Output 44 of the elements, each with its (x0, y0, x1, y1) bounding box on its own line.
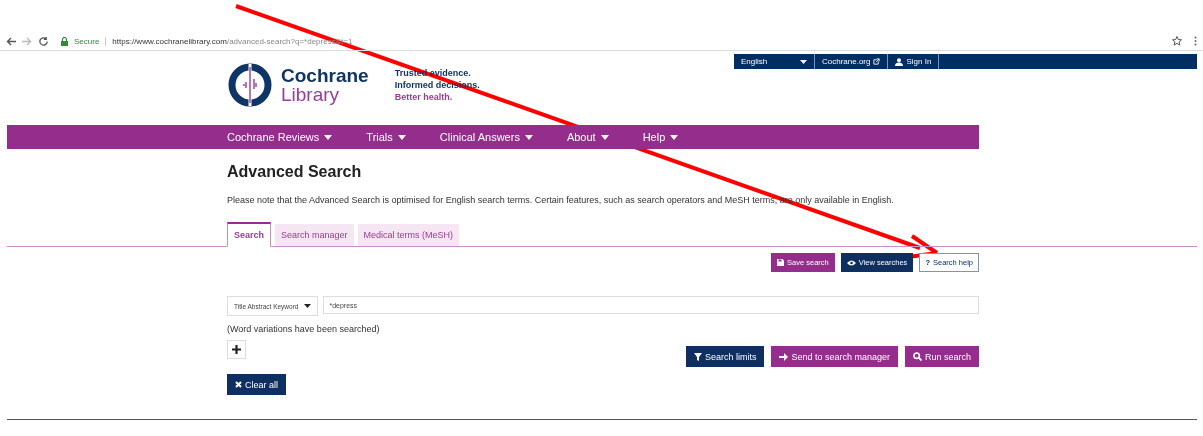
sign-in-link[interactable]: Sign In (888, 54, 940, 69)
clear-all-button[interactable]: Clear all (227, 374, 286, 395)
add-row-button[interactable] (227, 340, 246, 359)
logo-icon (227, 62, 273, 108)
plus-icon (232, 345, 241, 354)
cochrane-link[interactable]: Cochrane.org (815, 54, 889, 69)
run-search-button[interactable]: Run search (904, 346, 979, 367)
star-icon[interactable] (1172, 36, 1182, 46)
nav-menu-item[interactable]: Cochrane Reviews (227, 131, 333, 143)
lock-icon (61, 36, 68, 46)
tab[interactable]: Search (227, 222, 272, 247)
reload-icon[interactable] (38, 35, 49, 47)
logo-text: Cochrane (281, 66, 369, 85)
send-to-manager-button[interactable]: Send to search manager (771, 346, 898, 367)
caret-icon (670, 134, 679, 140)
tab[interactable]: Search manager (275, 224, 354, 246)
caret-icon (524, 134, 533, 140)
search-icon (912, 352, 922, 361)
menu-icon[interactable] (1194, 36, 1197, 46)
caret-icon (304, 304, 312, 308)
page-title: Advanced Search (227, 163, 363, 181)
nav-menu-item[interactable]: Help (642, 131, 679, 143)
tagline-text: Better health. (394, 91, 454, 103)
user-icon (895, 57, 904, 66)
caret-icon (397, 134, 406, 140)
nav-menu-item[interactable]: Trials (366, 131, 406, 143)
search-limits-button[interactable]: Search limits (685, 346, 765, 367)
tab[interactable]: Medical terms (MeSH) (357, 224, 460, 246)
nav-menu-item[interactable]: About (566, 131, 609, 143)
caret-icon (800, 59, 807, 64)
caret-icon (324, 134, 333, 140)
variations-note: (Word variations have been searched) (227, 324, 380, 334)
arrow-right-icon (779, 352, 789, 361)
filter-icon (693, 352, 702, 361)
close-icon (235, 381, 242, 388)
logo-subtext: Library (281, 85, 341, 104)
external-link-icon (873, 58, 881, 65)
caret-icon (600, 134, 609, 140)
eye-icon (846, 259, 856, 266)
nav-menu-item[interactable]: Clinical Answers (439, 131, 533, 143)
language-select[interactable]: English (734, 54, 815, 69)
back-icon[interactable] (6, 36, 16, 46)
security-label: Secure (74, 36, 107, 46)
tagline-text: Trusted evidence. (394, 67, 472, 79)
